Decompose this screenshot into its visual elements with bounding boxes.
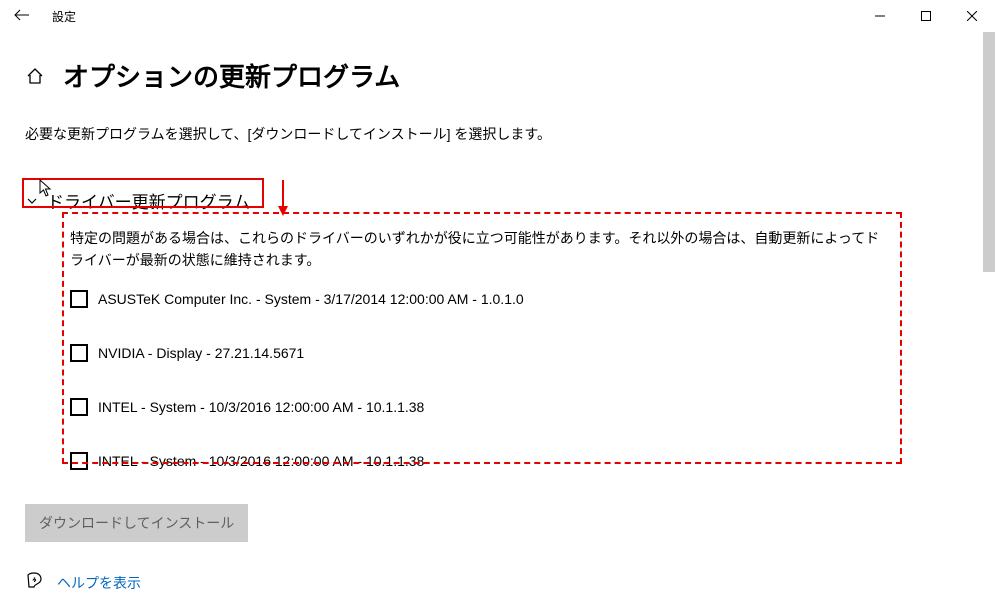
- driver-label: ASUSTeK Computer Inc. - System - 3/17/20…: [98, 291, 524, 307]
- driver-section: ドライバー更新プログラム 特定の問題がある場合は、これらのドライバーのいずれかが…: [25, 184, 970, 470]
- driver-checkbox[interactable]: [70, 452, 88, 470]
- driver-checkbox[interactable]: [70, 290, 88, 308]
- page-description: 必要な更新プログラムを選択して、[ダウンロードしてインストール] を選択します。: [25, 124, 970, 144]
- driver-label: NVIDIA - Display - 27.21.14.5671: [98, 345, 304, 361]
- minimize-button[interactable]: [857, 0, 903, 32]
- driver-item: ASUSTeK Computer Inc. - System - 3/17/20…: [70, 290, 970, 308]
- driver-section-header[interactable]: ドライバー更新プログラム: [25, 184, 970, 217]
- maximize-button[interactable]: [903, 0, 949, 32]
- content-area: オプションの更新プログラム 必要な更新プログラムを選択して、[ダウンロードしてイ…: [0, 32, 995, 595]
- driver-checkbox[interactable]: [70, 344, 88, 362]
- driver-section-body: 特定の問題がある場合は、これらのドライバーのいずれかが役に立つ可能性があります。…: [25, 217, 970, 470]
- driver-item: INTEL - System - 10/3/2016 12:00:00 AM -…: [70, 452, 970, 470]
- window-title: 設定: [52, 8, 76, 25]
- driver-section-info: 特定の問題がある場合は、これらのドライバーのいずれかが役に立つ可能性があります。…: [70, 227, 880, 272]
- header-row: オプションの更新プログラム: [25, 57, 970, 94]
- home-icon[interactable]: [25, 66, 45, 86]
- chevron-down-icon: [25, 194, 39, 208]
- driver-checkbox[interactable]: [70, 398, 88, 416]
- scrollbar-thumb[interactable]: [983, 32, 995, 272]
- page-title: オプションの更新プログラム: [63, 57, 400, 94]
- close-button[interactable]: [949, 0, 995, 32]
- back-button[interactable]: [14, 8, 30, 24]
- driver-label: INTEL - System - 10/3/2016 12:00:00 AM -…: [98, 453, 424, 469]
- driver-list: ASUSTeK Computer Inc. - System - 3/17/20…: [70, 290, 970, 470]
- titlebar-left: 設定: [14, 8, 76, 25]
- window-controls: [857, 0, 995, 32]
- titlebar: 設定: [0, 0, 995, 32]
- driver-item: INTEL - System - 10/3/2016 12:00:00 AM -…: [70, 398, 970, 416]
- help-row: ヘルプを表示: [25, 572, 970, 595]
- driver-item: NVIDIA - Display - 27.21.14.5671: [70, 344, 970, 362]
- driver-section-title: ドライバー更新プログラム: [47, 188, 250, 213]
- download-install-button[interactable]: ダウンロードしてインストール: [25, 504, 248, 542]
- help-icon: [25, 572, 43, 595]
- help-link[interactable]: ヘルプを表示: [57, 573, 141, 593]
- driver-label: INTEL - System - 10/3/2016 12:00:00 AM -…: [98, 399, 424, 415]
